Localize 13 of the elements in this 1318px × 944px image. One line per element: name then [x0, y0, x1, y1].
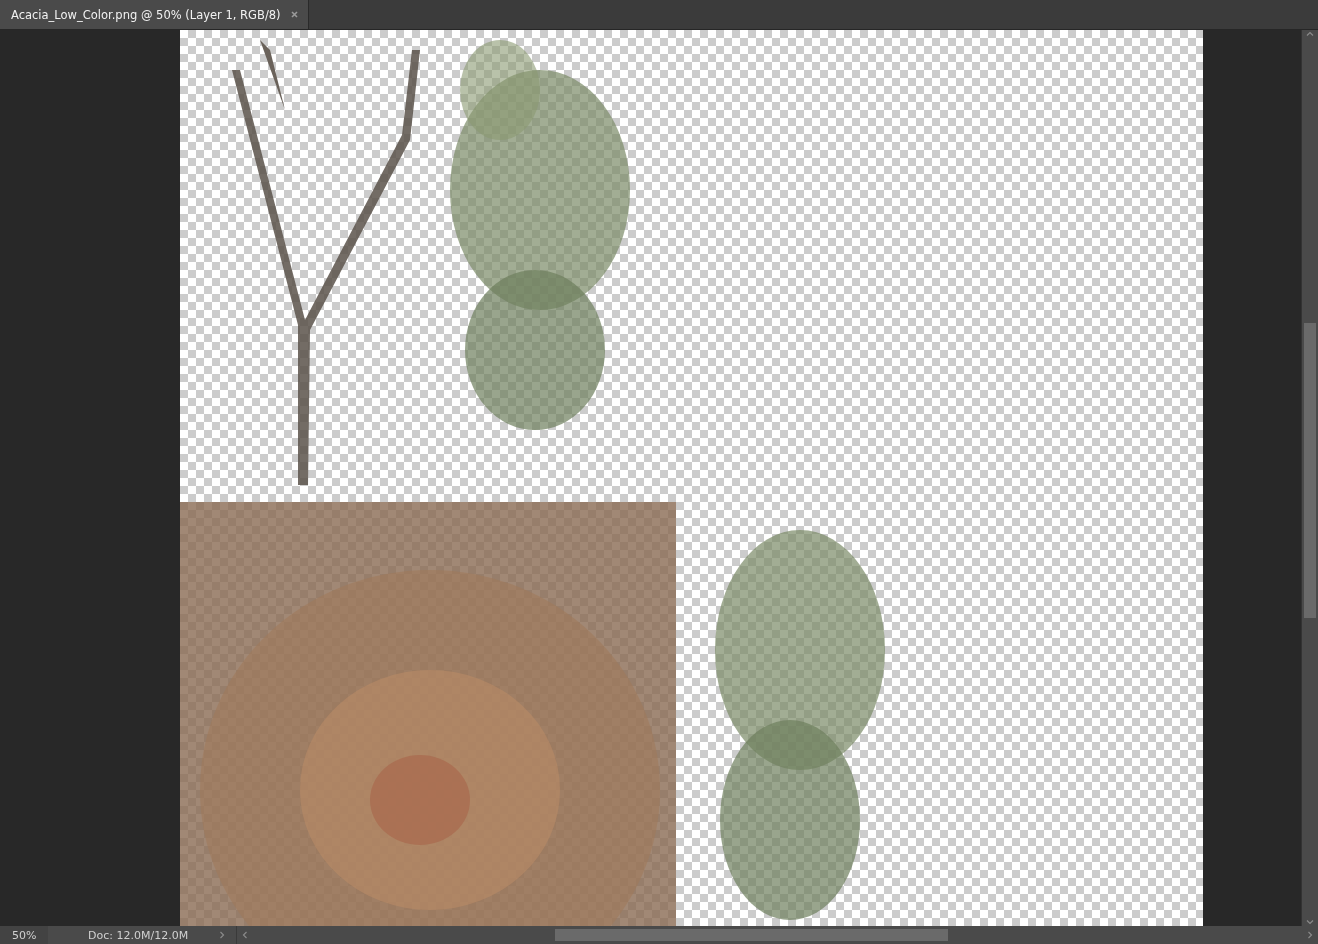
- close-icon[interactable]: [290, 11, 298, 18]
- chevron-down-icon[interactable]: [1306, 918, 1314, 926]
- scrollbar-thumb[interactable]: [1304, 323, 1316, 618]
- chevron-left-icon[interactable]: [241, 931, 249, 939]
- document-tab[interactable]: Acacia_Low_Color.png @ 50% (Layer 1, RGB/8): [0, 0, 309, 29]
- chevron-right-icon[interactable]: [1306, 931, 1314, 939]
- scrollbar-thumb[interactable]: [555, 929, 948, 941]
- zoom-field[interactable]: 50%: [0, 926, 48, 944]
- tab-title: Acacia_Low_Color.png @ 50% (Layer 1, RGB/8): [11, 7, 281, 22]
- vertical-scrollbar[interactable]: [1301, 30, 1318, 926]
- chevron-right-icon[interactable]: [218, 931, 226, 939]
- document-size: Doc: 12.0M/12.0M: [88, 928, 189, 942]
- chevron-up-icon[interactable]: [1306, 30, 1314, 38]
